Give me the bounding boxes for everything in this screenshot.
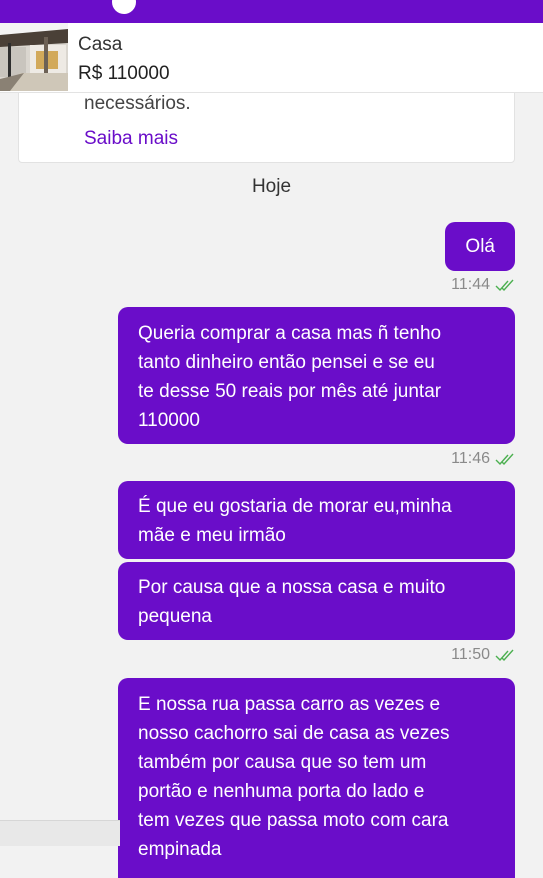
double-check-icon	[495, 453, 514, 465]
listing-summary[interactable]: Casa R$ 110000	[0, 23, 543, 93]
message-bubble[interactable]: Por causa que a nossa casa e muito peque…	[118, 562, 515, 640]
message-bubble[interactable]: E nossa rua passa carro as vezes e nosso…	[118, 678, 515, 878]
message-time: 11:44	[451, 276, 490, 293]
message-bubble[interactable]: Olá	[445, 222, 515, 271]
message-meta: 11:50	[451, 646, 515, 664]
date-separator: Hoje	[251, 176, 292, 197]
listing-thumbnail	[0, 23, 68, 91]
message-bubble[interactable]: Queria comprar a casa mas ñ tenho tanto …	[118, 307, 515, 444]
info-card-text: necessários.	[84, 93, 191, 114]
avatar[interactable]	[112, 0, 136, 14]
double-check-icon	[495, 649, 514, 661]
bottom-bar	[0, 820, 120, 846]
message-text: É que eu gostaria de morar eu,minha mãe …	[138, 496, 452, 546]
saiba-mais-link[interactable]: Saiba mais	[84, 128, 178, 150]
message-text: Queria comprar a casa mas ñ tenho tanto …	[138, 323, 442, 431]
listing-price: R$ 110000	[78, 63, 170, 84]
listing-title: Casa	[78, 34, 123, 55]
message-text: Olá	[465, 236, 495, 257]
double-check-icon	[495, 279, 514, 291]
message-bubble[interactable]: É que eu gostaria de morar eu,minha mãe …	[118, 481, 515, 559]
message-meta: 11:44	[451, 276, 515, 294]
message-time: 11:46	[451, 450, 490, 467]
message-text: E nossa rua passa carro as vezes e nosso…	[138, 694, 450, 860]
message-time: 11:50	[451, 646, 490, 663]
message-text: Por causa que a nossa casa e muito peque…	[138, 577, 446, 627]
app-header-bar	[0, 0, 543, 24]
message-meta: 11:46	[451, 450, 515, 468]
